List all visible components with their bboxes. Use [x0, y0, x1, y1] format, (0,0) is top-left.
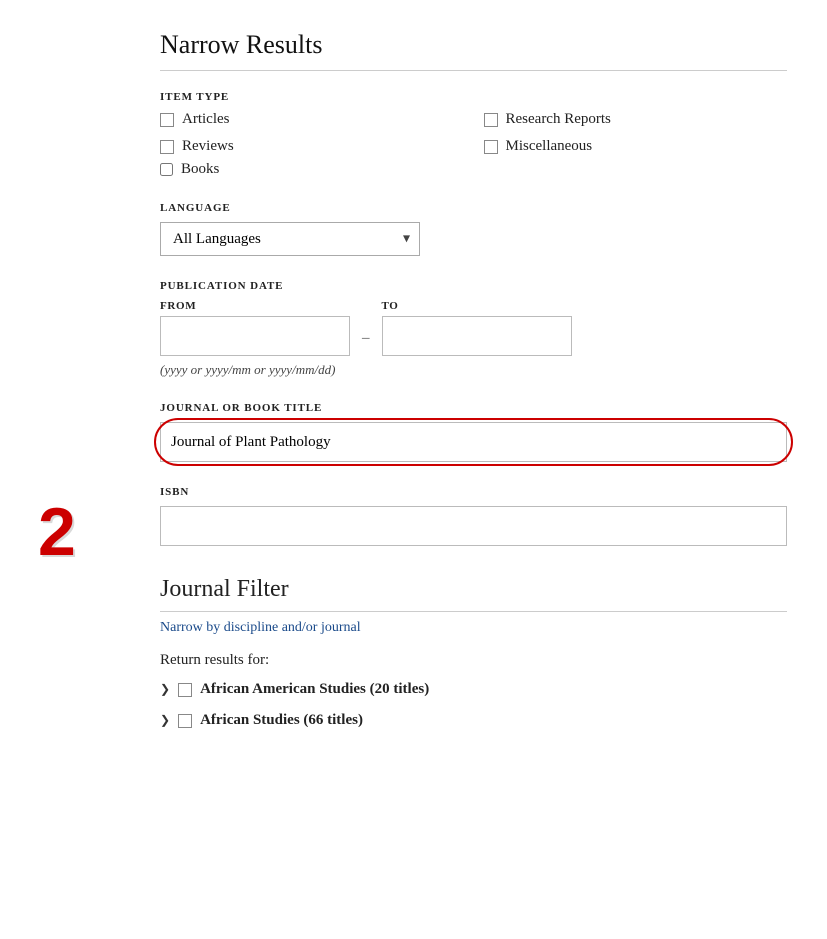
date-row: FROM – TO [160, 300, 787, 356]
checkbox-african-studies[interactable] [178, 714, 192, 728]
publication-date-label: PUBLICATION DATE [160, 280, 787, 292]
journal-input-wrapper [160, 422, 787, 462]
from-label: FROM [160, 300, 350, 312]
checkbox-miscellaneous[interactable] [484, 140, 498, 154]
checkbox-item-reviews[interactable]: Reviews [160, 138, 464, 155]
language-select-wrapper[interactable]: All Languages English French German Span… [160, 222, 420, 256]
date-to-group: TO [382, 300, 572, 356]
isbn-input[interactable] [160, 506, 787, 546]
date-to-input[interactable] [382, 316, 572, 356]
narrow-results-title: Narrow Results [160, 30, 787, 71]
checkbox-reviews[interactable] [160, 140, 174, 154]
checkbox-item-miscellaneous[interactable]: Miscellaneous [484, 138, 788, 155]
item-type-checkboxes: Articles Research Reports Reviews Miscel… [160, 111, 787, 155]
checkbox-label-books: Books [181, 161, 219, 178]
date-separator: – [362, 330, 370, 347]
checkbox-label-reviews: Reviews [182, 138, 234, 155]
item-type-label: ITEM TYPE [160, 91, 787, 103]
publication-date-section: PUBLICATION DATE FROM – TO (yyyy or yyyy… [160, 280, 787, 378]
filter-label-african-american-studies: African American Studies (20 titles) [200, 681, 429, 698]
checkbox-research-reports[interactable] [484, 113, 498, 127]
journal-title-input[interactable] [160, 422, 787, 462]
journal-filter-subtitle: Narrow by discipline and/or journal [160, 620, 787, 636]
checkbox-books[interactable] [160, 163, 173, 176]
journal-filter-section: Journal Filter Narrow by discipline and/… [160, 576, 787, 729]
checkbox-item-articles[interactable]: Articles [160, 111, 464, 128]
checkbox-label-research-reports: Research Reports [506, 111, 611, 128]
language-section: LANGUAGE All Languages English French Ge… [160, 202, 787, 256]
journal-filter-title: Journal Filter [160, 576, 787, 612]
journal-title-section: JOURNAL OR BOOK TITLE [160, 402, 787, 462]
checkbox-label-miscellaneous: Miscellaneous [506, 138, 593, 155]
language-label: LANGUAGE [160, 202, 787, 214]
journal-title-label: JOURNAL OR BOOK TITLE [160, 402, 787, 414]
filter-item-african-american-studies: ❯ African American Studies (20 titles) [160, 681, 787, 698]
date-from-input[interactable] [160, 316, 350, 356]
checkbox-item-research-reports[interactable]: Research Reports [484, 111, 788, 128]
isbn-section: ISBN [160, 486, 787, 546]
chevron-icon-african[interactable]: ❯ [160, 713, 170, 728]
return-results-label: Return results for: [160, 652, 787, 669]
filter-label-african-studies: African Studies (66 titles) [200, 712, 363, 729]
date-from-group: FROM [160, 300, 350, 356]
filter-item-african-studies: ❯ African Studies (66 titles) [160, 712, 787, 729]
step-number-annotation: 2 [38, 498, 76, 566]
item-type-section: ITEM TYPE Articles Research Reports Revi… [160, 91, 787, 178]
language-select[interactable]: All Languages English French German Span… [160, 222, 420, 256]
checkbox-articles[interactable] [160, 113, 174, 127]
checkbox-african-american-studies[interactable] [178, 683, 192, 697]
checkbox-label-articles: Articles [182, 111, 229, 128]
page-wrapper: 2 Narrow Results ITEM TYPE Articles Rese… [0, 0, 827, 783]
date-hint: (yyyy or yyyy/mm or yyyy/mm/dd) [160, 362, 787, 378]
to-label: TO [382, 300, 572, 312]
checkbox-item-books[interactable]: Books [160, 161, 787, 178]
chevron-icon-african-american[interactable]: ❯ [160, 682, 170, 697]
isbn-label: ISBN [160, 486, 787, 498]
